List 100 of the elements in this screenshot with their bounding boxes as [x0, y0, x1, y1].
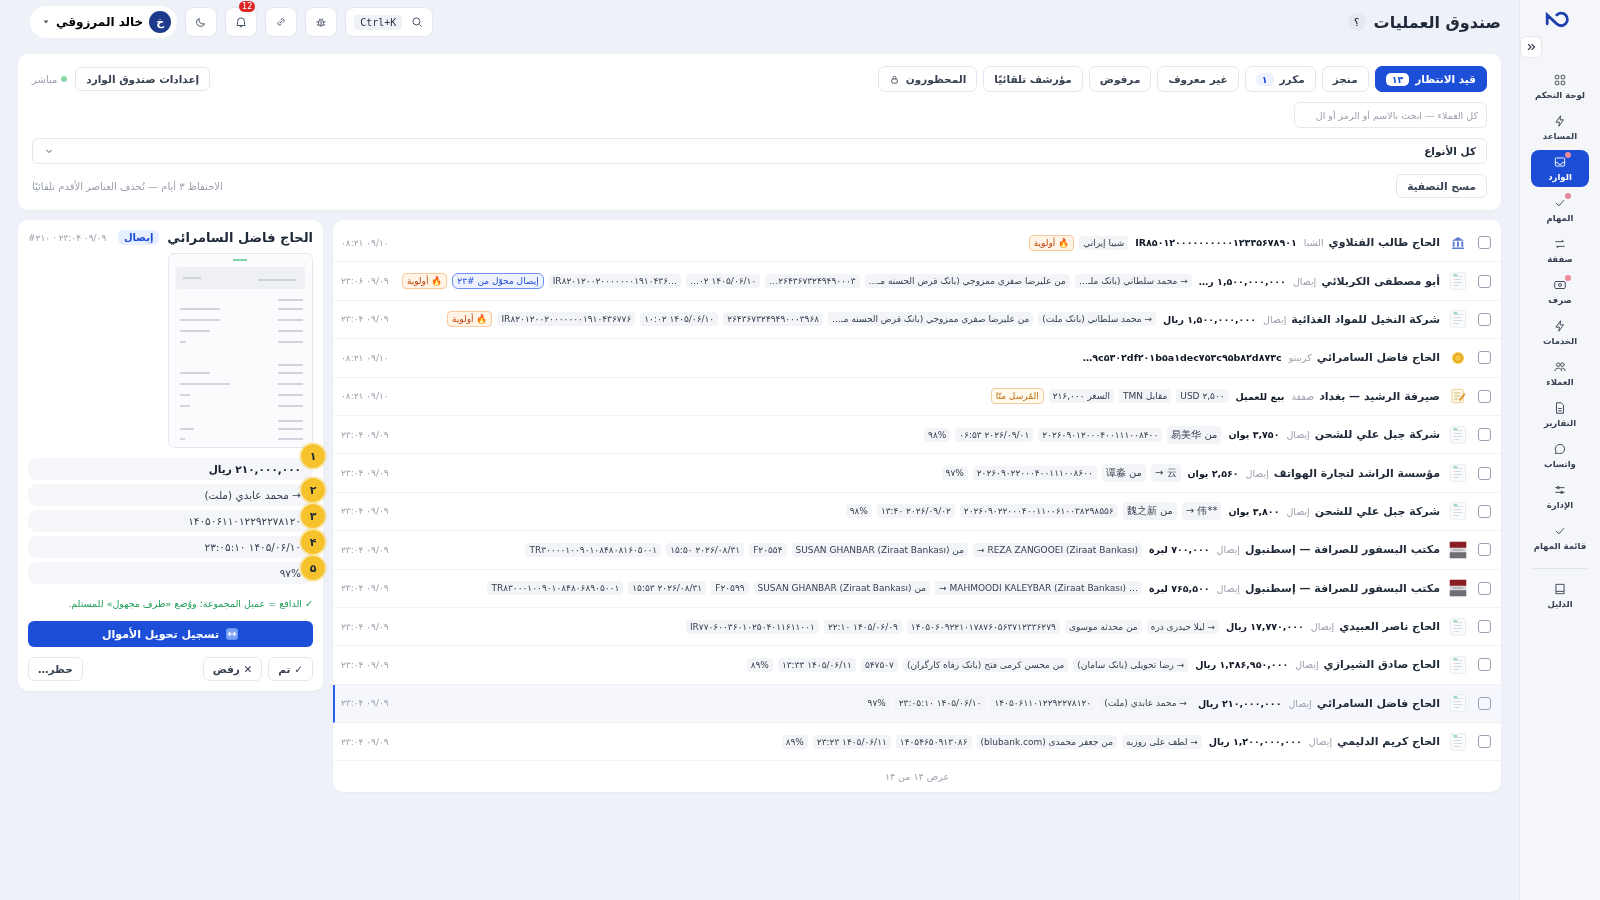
inbox-row[interactable]: صيرفة الرشيد — بغداد صفقة بيع للعميل USD ۲,۵۰۰ مقابل TMN السعر ۲۱۶,۰۰۰ المُرسل منّا ۰۸:۲۱ ۰۹/۱۰	[333, 377, 1501, 416]
status-tab[interactable]: غير معروف	[1157, 66, 1239, 92]
type-label: إيصال	[1310, 621, 1335, 633]
row-checkbox[interactable]	[1478, 312, 1491, 326]
row-checkbox[interactable]	[1478, 351, 1491, 365]
row-checkbox[interactable]	[1478, 543, 1491, 557]
primary-value: ۱,۴۸۶,۹۵۰,۰۰۰ ريال	[1194, 659, 1290, 671]
nav-item[interactable]: لوحة التحكم	[1531, 68, 1589, 105]
field-number-badge: ۵	[301, 556, 325, 580]
help-button[interactable]: ؟	[1347, 13, 1366, 31]
status-tab[interactable]: مؤرشف تلقائيًا	[983, 66, 1083, 92]
nav-item[interactable]: الدليل	[1531, 577, 1589, 614]
status-tab[interactable]: منجز	[1321, 66, 1369, 92]
inbox-row[interactable]: الحاج طالب الفتلاوي الشبا IR۸۵۰۱۲۰۰۰۰۰۰۰۰۰۰۱۲۳۴۵۶۷۸۹۰۱ شيبا إيراني 🔥 أولوية ۰۸:۲۱ ۰۹/۱۰	[333, 224, 1501, 263]
client-search-field[interactable]: كل العملاء — ابحث بالاسم أو الرمز أو ال	[1294, 102, 1487, 128]
inbox-row[interactable]: شركة جبل علي للشحن إيصال ۳,۷۵۰ يوان من 易美华 ۲۰۲۶۰۹۰۱۲۰۰۰۴۰۰۱۱۱۰۰۸۴۰۰ ۰۶:۵۳ ۲۰۲۶/۰۹/۰۱ ۹۸% ۲۳:۰۴ ۰۹/۰۹	[333, 415, 1501, 455]
search-button[interactable]: Ctrl+K	[345, 7, 434, 37]
status-tab[interactable]: مكرر ۱	[1244, 66, 1316, 92]
detail-chip: ۱۵:۵۰ ۲۰۲۶/۰۸/۳۱	[666, 542, 745, 557]
receipt-thumbnail	[1449, 272, 1467, 291]
detail-chip: …۲۶۴۳۶۷۳۲۴۹۴۹۰۰۰۳	[765, 274, 860, 289]
block-button[interactable]: حظر…	[28, 657, 83, 681]
row-checkbox[interactable]	[1478, 236, 1491, 250]
row-checkbox[interactable]	[1478, 620, 1491, 634]
type-label: إيصال	[1308, 736, 1333, 748]
inbox-icon	[1553, 155, 1567, 169]
inbox-row[interactable]: الحاج فاضل السامرائي إيصال ۲۱۰,۰۰۰,۰۰۰ ريال → محمد عابدي (ملت) ۱۴۰۵۰۶۱۱۰۱۲۲۹۲۲۷۸۱۲۰ ۲۳:۰۵:۱۰ ۱۴۰۵/۰۶/۱۰ ۹۷% ۲۳:۰۴ ۰۹/۰۹	[333, 684, 1501, 724]
notifications-button[interactable]	[225, 7, 258, 37]
nav-item[interactable]: الوارد	[1531, 150, 1589, 187]
row-time: ۲۳:۰۴ ۰۹/۰۹	[341, 429, 390, 440]
type-label: إيصال	[1286, 505, 1310, 517]
detail-chip: F۲۰۵۵۴	[749, 542, 787, 557]
status-tab[interactable]: مرفوض	[1088, 66, 1152, 92]
nav-item[interactable]: العملاء	[1531, 355, 1589, 392]
detail-title: الحاج فاضل السامرائي	[167, 230, 313, 245]
nav-item[interactable]: المساعد	[1531, 109, 1589, 146]
nav-item[interactable]: صفقة	[1531, 232, 1589, 269]
detail-chip: → محمد عابدي (ملت)	[1100, 696, 1191, 711]
bug-button[interactable]	[305, 7, 338, 37]
row-checkbox[interactable]	[1478, 735, 1491, 749]
row-checkbox[interactable]	[1478, 389, 1491, 403]
detail-chip: IR۸۲۰۱۲۰۰۲۰۰۰۰۰۰۰۱۹۱۰۴۳۶…	[548, 274, 681, 289]
receipt-thumbnail	[1449, 502, 1467, 521]
collapse-button[interactable]	[1520, 36, 1542, 58]
detail-chip: ۰۶:۵۳ ۲۰۲۶/۰۹/۰۱	[955, 427, 1034, 442]
detail-chip: من محدثه موسوی	[1064, 619, 1142, 634]
row-time: ۲۳:۰۴ ۰۹/۰۹	[341, 544, 390, 555]
detail-chip: ۹۷%	[941, 466, 968, 481]
row-checkbox[interactable]	[1478, 658, 1491, 672]
row-checkbox[interactable]	[1478, 428, 1491, 442]
type-select[interactable]: كل الأنواع	[32, 138, 1487, 164]
primary-value: بيع للعميل	[1234, 390, 1286, 402]
row-checkbox[interactable]	[1478, 696, 1491, 710]
theme-button[interactable]	[185, 7, 218, 37]
primary-value: ۳,۸۰۰ يوان	[1227, 505, 1281, 517]
primary-value: ۱۷,۷۷۰,۰۰۰ ريال	[1225, 621, 1305, 633]
detail-chip: ۹۸%	[924, 427, 951, 442]
detail-chip: F۲۰۵۹۹	[711, 581, 749, 596]
detail-chip: ۱۰:۰۲ ۱۴۰۵/۰۶/۱۰	[640, 312, 719, 327]
nav-item[interactable]: قائمة المهام	[1531, 519, 1589, 556]
detail-chip: ۲۳:۰۵:۱۰ ۱۴۰۵/۰۶/۱۰	[894, 696, 986, 711]
row-checkbox[interactable]	[1478, 504, 1491, 518]
done-button[interactable]: ✓ تم	[268, 657, 313, 681]
live-label: مباشر	[32, 73, 58, 85]
detail-chip: ۱۳:۴۰ ۲۰۲۶/۰۹/۰۲	[876, 504, 955, 519]
grid-icon	[1553, 73, 1567, 87]
inbox-row[interactable]: الحاج صادق الشيرازي إيصال ۱,۴۸۶,۹۵۰,۰۰۰ ريال → رضا تحويلی (بانک سامان) من محسن کرمی فتح (بانک رفاه کارگران) ۵۴۷۵۰۷ ۱۳:۳۳ ۱۴۰۵/۰۶/۱۱ ۸۹% ۲۳:۰۴ ۰۹/۰۹	[333, 646, 1501, 685]
inbox-settings-button[interactable]: إعدادات صندوق الوارد	[75, 67, 211, 91]
nav-item[interactable]: واتساب	[1531, 437, 1589, 474]
row-time: ۰۸:۲۱ ۰۹/۱۰	[341, 352, 390, 363]
row-checkbox[interactable]	[1478, 581, 1491, 595]
detail-chip: IR۸۲۰۱۲۰۰۲۰۰۰۰۰۰۰۱۹۱۰۴۳۶۷۷۶	[497, 312, 636, 327]
record-transfer-button[interactable]: تسجيل تحويل الأموال	[28, 621, 313, 647]
inbox-row[interactable]: الحاج ناصر العبيدي إيصال ۱۷,۷۷۰,۰۰۰ ريال → ليلا حيدری دره من محدثه موسوی ۱۴۰۵۰۶۰۹۲۲۱۰۱۷۸۷۶۰۵۶۳۷۱۲۳۳۶۲۷۹ ۲۲:۱۰ ۱۴۰۵/۰۶/۰۹ IR۷۷۰۶۰۰۳۶۰۱۰۲۵۰۴۰۱۱۶۱۱۰۰۱ ۲۳:۰۴ ۰۹/۰۹	[333, 607, 1501, 647]
nav-item[interactable]: الإدارة	[1531, 478, 1589, 515]
detail-meta: #۲۱۰ · ۲۳:۰۴ ۰۹/۰۹	[28, 232, 107, 243]
detail-chip: → ليلا حيدری دره	[1146, 619, 1220, 634]
client-name: الحاج كريم الدليمي	[1337, 735, 1440, 749]
reject-button[interactable]: ✕ رفض	[202, 657, 263, 681]
nav-item[interactable]: المهام	[1531, 191, 1589, 228]
status-tab[interactable]: قيد الانتظار ۱۴	[1374, 66, 1487, 92]
link-button[interactable]	[265, 7, 298, 37]
user-menu[interactable]: خ خالد المرزوقي	[30, 6, 178, 38]
sliders-icon	[1553, 483, 1567, 497]
detail-chip: ۲۲:۱۰ ۱۴۰۵/۰۶/۰۹	[823, 619, 902, 634]
row-checkbox[interactable]	[1478, 466, 1491, 480]
receipt-thumbnail	[1449, 425, 1467, 444]
type-label: كريبتو	[1288, 352, 1312, 364]
field-number-badge: ۴	[301, 530, 325, 554]
nav-item[interactable]: صرف	[1531, 273, 1589, 310]
detail-chip: → 伟**	[1181, 502, 1222, 521]
row-checkbox[interactable]	[1478, 274, 1491, 288]
detail-chip: ۲۳:۲۳ ۱۴۰۵/۰۶/۱۱	[812, 734, 891, 749]
nav-item[interactable]: التقارير	[1531, 396, 1589, 433]
primary-value: ۱,۲۰۰,۰۰۰,۰۰۰ ريال	[1207, 736, 1303, 748]
clear-filter-button[interactable]: مسح التصفية	[1396, 174, 1487, 198]
status-tab[interactable]: المحظورون	[877, 66, 978, 92]
inbox-row[interactable]: الحاج كريم الدليمي إيصال ۱,۲۰۰,۰۰۰,۰۰۰ ريال → لطف علی روزبه من جعفر محمدی (blubank.com) ۱۴۰۵۴۶۵۰۹۱۳۰۸۶ ۲۳:۲۳ ۱۴۰۵/۰۶/۱۱ ۸۹% ۲۳:۰۴ ۰۹/۰۹	[333, 723, 1501, 762]
nav-item[interactable]: الخدمات	[1531, 314, 1589, 351]
inbox-row[interactable]: الحاج فاضل السامرائي كريبتو …۹c۵۳۰۲df۲۰۱b۵a۱dec۷۵۳c۹۵b۸۲d۸۷۳c ۰۸:۲۱ ۰۹/۱۰	[333, 339, 1501, 378]
